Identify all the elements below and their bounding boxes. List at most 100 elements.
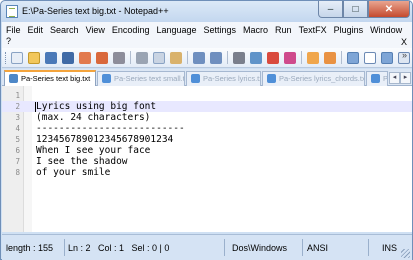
toolbar: » bbox=[2, 48, 412, 68]
close-document-button[interactable]: X bbox=[401, 37, 407, 47]
close-all-icon[interactable] bbox=[96, 51, 108, 64]
sync-v-icon[interactable] bbox=[307, 51, 319, 64]
line-text: When I see your face bbox=[36, 145, 151, 156]
menu-macro[interactable]: Macro bbox=[243, 25, 268, 35]
menu-textfx[interactable]: TextFX bbox=[299, 25, 327, 35]
document-icon bbox=[191, 74, 200, 83]
line-number: 5 bbox=[15, 135, 20, 144]
status-bar: length : 155 Ln : 2 Col : 1 Sel : 0 | 0 … bbox=[2, 234, 412, 260]
menu-run[interactable]: Run bbox=[275, 25, 292, 35]
line-text: of your smile bbox=[36, 167, 111, 178]
toolbar-separator bbox=[187, 51, 188, 64]
editor-line[interactable]: 3 (max. 24 characters) bbox=[2, 112, 412, 123]
sync-h-icon[interactable] bbox=[324, 51, 336, 64]
editor-line[interactable]: 4 -------------------------- bbox=[2, 123, 412, 134]
status-length: length : 155 bbox=[6, 243, 54, 253]
toolbar-separator bbox=[301, 51, 302, 64]
document-icon bbox=[267, 74, 276, 83]
text-editor[interactable]: 1 2 Lyrics using big font 3 (max. 24 cha… bbox=[2, 86, 412, 232]
find-icon[interactable] bbox=[233, 51, 245, 64]
tab-scroll-right-button[interactable]: ▸ bbox=[400, 72, 411, 84]
toolbar-grip[interactable] bbox=[5, 52, 8, 64]
zoom-out-icon[interactable] bbox=[284, 51, 296, 64]
line-number: 8 bbox=[15, 168, 20, 177]
print-icon[interactable] bbox=[113, 51, 125, 64]
menu-bar: File Edit Search View Encoding Language … bbox=[2, 22, 412, 48]
menu-plugins[interactable]: Plugins bbox=[334, 25, 364, 35]
tab-pa-truncated[interactable]: Pa bbox=[366, 71, 388, 86]
editor-line[interactable]: 5 123456789012345678901234 bbox=[2, 134, 412, 145]
menu-encoding[interactable]: Encoding bbox=[112, 25, 150, 35]
tab-label: Pa-Series lyrics.txt bbox=[203, 74, 261, 83]
word-wrap-icon[interactable] bbox=[347, 51, 359, 64]
cut-icon[interactable] bbox=[136, 51, 148, 64]
status-position: Ln : 2 Col : 1 Sel : 0 | 0 bbox=[68, 243, 170, 253]
redo-icon[interactable] bbox=[210, 51, 222, 64]
new-file-icon[interactable] bbox=[11, 51, 23, 64]
tab-pa-series-text-small[interactable]: Pa-Series text small.txt bbox=[97, 71, 185, 86]
toolbar-separator bbox=[130, 51, 131, 64]
menu-help[interactable]: ? bbox=[6, 36, 11, 46]
menu-window[interactable]: Window bbox=[370, 25, 402, 35]
replace-icon[interactable] bbox=[250, 51, 262, 64]
tab-label: Pa bbox=[383, 74, 388, 83]
editor-line[interactable]: 7 I see the shadow bbox=[2, 156, 412, 167]
save-all-icon[interactable] bbox=[62, 51, 74, 64]
copy-icon[interactable] bbox=[153, 51, 165, 64]
document-icon bbox=[102, 74, 111, 83]
status-encoding: ANSI bbox=[307, 243, 329, 253]
line-number: 3 bbox=[15, 113, 20, 122]
editor-line[interactable]: 6 When I see your face bbox=[2, 145, 412, 156]
notepad-app-icon[interactable] bbox=[6, 5, 18, 18]
maximize-button[interactable]: □ bbox=[343, 1, 368, 18]
toolbar-separator bbox=[341, 51, 342, 64]
toolbar-overflow-button[interactable]: » bbox=[402, 50, 407, 60]
line-number: 1 bbox=[15, 91, 20, 100]
close-icon[interactable] bbox=[79, 51, 91, 64]
notepadpp-window: E:\Pa-Series text big.txt - Notepad++ – … bbox=[0, 0, 413, 260]
menu-file[interactable]: File bbox=[6, 25, 21, 35]
status-divider bbox=[224, 239, 225, 256]
paste-icon[interactable] bbox=[170, 51, 182, 64]
text-caret bbox=[35, 102, 36, 112]
open-file-icon[interactable] bbox=[28, 51, 40, 64]
window-controls: – □ ✕ bbox=[318, 1, 410, 19]
resize-grip[interactable] bbox=[401, 249, 410, 258]
tab-scroll-left-button[interactable]: ◂ bbox=[389, 72, 400, 84]
line-number: 4 bbox=[15, 124, 20, 133]
minimize-button[interactable]: – bbox=[318, 1, 343, 18]
document-icon bbox=[9, 74, 18, 83]
line-number: 6 bbox=[15, 146, 20, 155]
status-divider bbox=[368, 239, 369, 256]
status-insert-mode: INS bbox=[382, 243, 398, 253]
line-text: 123456789012345678901234 bbox=[36, 134, 174, 145]
line-text: -------------------------- bbox=[36, 123, 185, 134]
editor-line[interactable]: 8 of your smile bbox=[2, 167, 412, 178]
status-divider bbox=[64, 239, 65, 256]
tab-bar: Pa-Series text big.txt Pa-Series text sm… bbox=[2, 69, 412, 87]
menu-language[interactable]: Language bbox=[156, 25, 196, 35]
window-title: E:\Pa-Series text big.txt - Notepad++ bbox=[22, 6, 169, 16]
close-button[interactable]: ✕ bbox=[368, 1, 410, 18]
line-text: I see the shadow bbox=[36, 156, 128, 167]
editor-line-current[interactable]: 2 Lyrics using big font bbox=[2, 101, 412, 112]
line-number: 7 bbox=[15, 157, 20, 166]
toolbar-separator bbox=[227, 51, 228, 64]
title-bar[interactable]: E:\Pa-Series text big.txt - Notepad++ – … bbox=[1, 1, 412, 22]
indent-guide-icon[interactable] bbox=[381, 51, 393, 64]
tab-pa-series-lyrics[interactable]: Pa-Series lyrics.txt bbox=[186, 71, 261, 86]
menu-view[interactable]: View bbox=[86, 25, 105, 35]
tab-pa-series-text-big[interactable]: Pa-Series text big.txt bbox=[4, 70, 96, 87]
tab-pa-series-lyrics-chords[interactable]: Pa-Series lyrics_chords.txt bbox=[262, 71, 365, 86]
menu-edit[interactable]: Edit bbox=[28, 25, 44, 35]
tab-label: Pa-Series text big.txt bbox=[21, 74, 91, 83]
save-icon[interactable] bbox=[45, 51, 57, 64]
undo-icon[interactable] bbox=[193, 51, 205, 64]
zoom-in-icon[interactable] bbox=[267, 51, 279, 64]
menu-search[interactable]: Search bbox=[50, 25, 79, 35]
editor-line[interactable]: 1 bbox=[2, 90, 412, 101]
show-all-chars-icon[interactable] bbox=[364, 51, 376, 64]
menu-settings[interactable]: Settings bbox=[204, 25, 237, 35]
status-eol-format: Dos\Windows bbox=[232, 243, 288, 253]
status-divider bbox=[302, 239, 303, 256]
